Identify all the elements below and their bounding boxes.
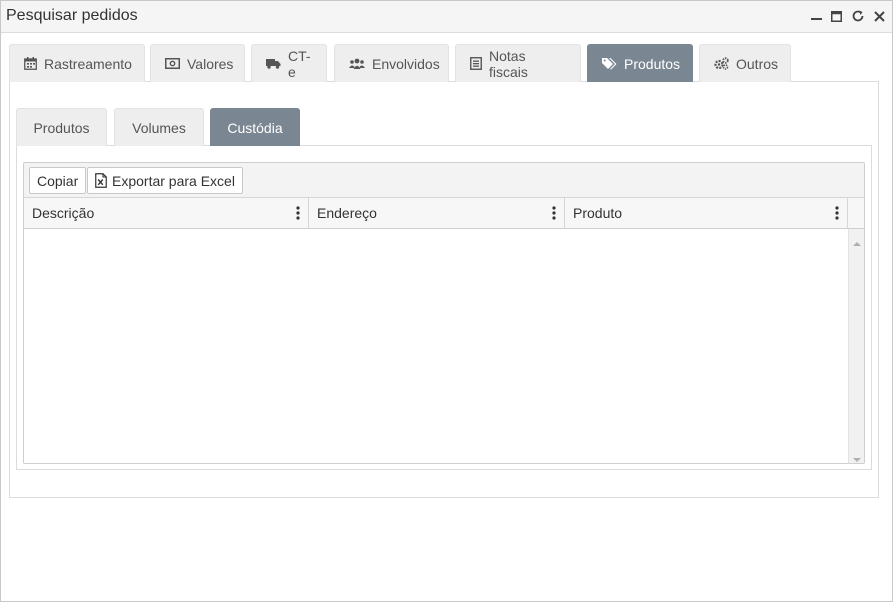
grid-toolbar: Copiar Exportar para Excel — [24, 163, 864, 198]
tab-label: CT-e — [288, 47, 311, 80]
excel-file-icon — [95, 173, 107, 188]
tab-outros[interactable]: Outros — [699, 44, 791, 82]
tab-label: Outros — [736, 55, 779, 72]
gears-icon — [714, 57, 729, 70]
column-menu-icon[interactable] — [296, 206, 300, 223]
grid-body — [24, 229, 864, 463]
header-scroll-spacer — [848, 198, 864, 228]
subtab-label: Produtos — [33, 119, 90, 136]
copy-button-label: Copiar — [37, 172, 79, 189]
money-icon — [165, 58, 180, 69]
title-bar: Pesquisar pedidos — [1, 1, 892, 33]
subtab-custodia[interactable]: Custódia — [210, 108, 300, 146]
tab-notas-fiscais[interactable]: Notas fiscais — [455, 44, 581, 82]
custody-grid: Copiar Exportar para Excel Descrição End… — [23, 162, 865, 464]
column-menu-icon[interactable] — [835, 206, 839, 223]
column-header-produto[interactable]: Produto — [565, 198, 848, 228]
refresh-icon[interactable] — [850, 7, 866, 25]
tab-label: Rastreamento — [44, 55, 132, 72]
copy-button[interactable]: Copiar — [29, 167, 87, 194]
scroll-down-arrow-icon[interactable] — [853, 450, 861, 468]
minimize-icon[interactable] — [808, 7, 824, 25]
column-header-endereco[interactable]: Endereço — [309, 198, 565, 228]
tab-label: Valores — [187, 55, 234, 72]
window-title: Pesquisar pedidos — [6, 7, 138, 24]
tab-valores[interactable]: Valores — [150, 44, 245, 82]
tab-produtos[interactable]: Produtos — [587, 44, 693, 82]
column-header-descricao[interactable]: Descrição — [24, 198, 309, 228]
export-excel-button[interactable]: Exportar para Excel — [87, 167, 243, 194]
users-icon — [349, 58, 365, 70]
tab-label: Notas fiscais — [489, 47, 528, 80]
tags-icon — [602, 57, 617, 70]
column-title: Produto — [573, 205, 623, 221]
grid-header: Descrição Endereço Produto — [24, 198, 864, 229]
column-title: Descrição — [32, 205, 95, 221]
close-icon[interactable] — [871, 7, 887, 25]
subtab-label: Volumes — [132, 119, 186, 136]
truck-icon — [266, 58, 281, 69]
column-title: Endereço — [317, 205, 377, 221]
subtab-produtos[interactable]: Produtos — [16, 108, 107, 146]
maximize-icon[interactable] — [828, 7, 844, 25]
column-menu-icon[interactable] — [552, 206, 556, 223]
tab-envolvidos[interactable]: Envolvidos — [334, 44, 449, 82]
export-excel-label: Exportar para Excel — [112, 172, 235, 189]
calendar-icon — [24, 57, 37, 70]
vertical-scrollbar[interactable] — [848, 229, 864, 463]
tab-cte[interactable]: CT-e — [251, 44, 327, 82]
document-list-icon — [470, 57, 482, 70]
tab-rastreamento[interactable]: Rastreamento — [9, 44, 145, 82]
subtab-volumes[interactable]: Volumes — [114, 108, 204, 146]
tab-label: Produtos — [624, 55, 681, 72]
tab-label: Envolvidos — [372, 55, 440, 72]
subtab-label: Custódia — [227, 119, 283, 136]
scroll-up-arrow-icon[interactable] — [853, 234, 861, 252]
